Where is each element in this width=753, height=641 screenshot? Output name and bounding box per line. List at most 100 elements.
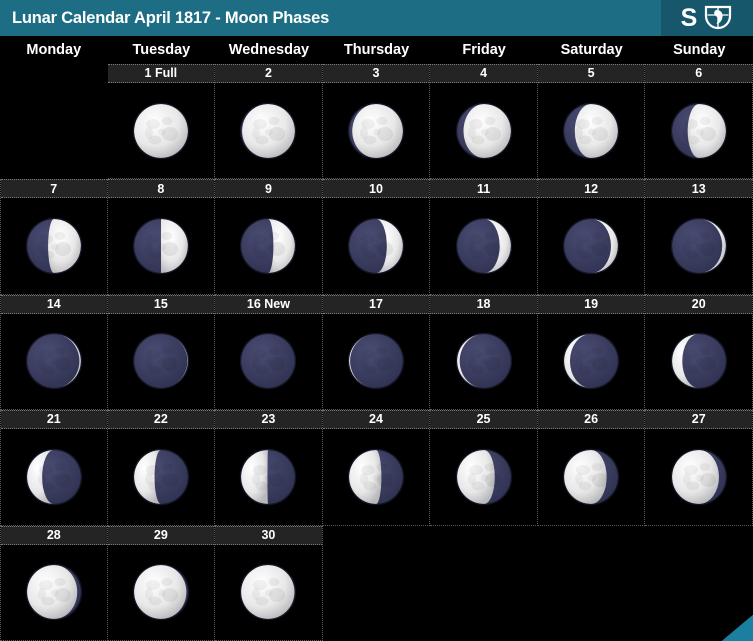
calendar-cell-empty xyxy=(0,64,108,180)
moon-phase-waning-crescent-icon xyxy=(215,198,322,293)
moon-phase-waning-crescent-icon xyxy=(538,198,645,293)
calendar-day-cell[interactable]: 19 xyxy=(537,294,646,411)
day-number-label: 11 xyxy=(430,179,537,199)
calendar-day-cell[interactable]: 1 Full xyxy=(107,64,216,180)
calendar-day-cell[interactable]: 20 xyxy=(645,294,753,411)
calendar-day-cell[interactable]: 6 xyxy=(645,64,753,180)
weekday-header-row: Monday Tuesday Wednesday Thursday Friday… xyxy=(0,36,753,64)
lunar-calendar-page: Lunar Calendar April 1817 - Moon Phases … xyxy=(0,0,753,641)
day-number-label: 27 xyxy=(645,410,752,430)
moon-phase-waning-crescent-icon xyxy=(323,198,430,293)
calendar-day-cell[interactable]: 10 xyxy=(322,179,431,295)
calendar-day-cell[interactable]: 18 xyxy=(430,294,538,411)
moon-phase-waning-crescent-icon xyxy=(645,198,752,293)
weekday-friday: Friday xyxy=(462,42,506,58)
calendar-day-cell[interactable]: 2 xyxy=(215,64,323,180)
calendar-grid: 1 Full 2 3 4 5 6 7 8 9 10 11 12 13 14 15… xyxy=(0,64,753,641)
calendar-day-cell[interactable]: 14 xyxy=(0,294,108,411)
day-number-label: 21 xyxy=(1,410,107,430)
calendar-day-cell[interactable]: 27 xyxy=(645,410,753,526)
moon-phase-waxing-gibbous-icon xyxy=(430,429,537,524)
calendar-day-cell[interactable]: 13 xyxy=(645,179,753,295)
calendar-day-cell[interactable]: 28 xyxy=(0,525,108,641)
day-number-label: 1 Full xyxy=(107,64,215,83)
calendar-day-cell[interactable]: 23 xyxy=(215,410,323,526)
day-number-label: 12 xyxy=(537,179,645,199)
day-number-label: 6 xyxy=(645,64,752,83)
calendar-day-cell[interactable]: 25 xyxy=(430,410,538,526)
calendar-cell-empty xyxy=(645,525,753,641)
calendar-day-cell[interactable]: 24 xyxy=(322,410,431,526)
calendar-day-cell[interactable]: 21 xyxy=(0,410,108,526)
calendar-day-cell[interactable]: 17 xyxy=(322,294,431,411)
moon-phase-waning-gibbous-icon xyxy=(1,198,107,293)
calendar-day-cell[interactable]: 8 xyxy=(107,179,216,295)
moon-phase-waxing-crescent-icon xyxy=(1,429,107,524)
calendar-day-cell[interactable]: 26 xyxy=(537,410,646,526)
site-logo[interactable]: S xyxy=(661,0,753,36)
calendar-day-cell[interactable]: 3 xyxy=(322,64,431,180)
calendar-cell-empty xyxy=(322,525,431,641)
calendar-day-cell[interactable]: 12 xyxy=(537,179,646,295)
weekday-saturday: Saturday xyxy=(560,42,623,58)
moon-phase-waning-gibbous-icon xyxy=(430,83,537,178)
day-number-label: 28 xyxy=(1,525,107,545)
day-number-label: 30 xyxy=(215,525,322,545)
day-number-label: 5 xyxy=(537,64,645,83)
moon-phase-waning-crescent-icon xyxy=(108,314,215,409)
day-number-label: 15 xyxy=(107,294,215,314)
calendar-day-cell[interactable]: 9 xyxy=(215,179,323,295)
calendar-day-cell[interactable]: 15 xyxy=(107,294,216,411)
day-number-label: 24 xyxy=(322,410,430,430)
calendar-day-cell[interactable]: 4 xyxy=(430,64,538,180)
weekday-monday: Monday xyxy=(26,42,82,58)
day-number-label: 23 xyxy=(215,410,322,430)
moon-phase-waning-gibbous-icon xyxy=(323,83,430,178)
day-number-label: 8 xyxy=(107,179,215,199)
moon-phase-waning-gibbous-icon xyxy=(108,83,215,178)
moon-phase-waxing-gibbous-icon xyxy=(1,545,107,640)
calendar-day-cell[interactable]: 16 New xyxy=(215,294,323,411)
moon-phase-waning-gibbous-icon xyxy=(645,83,752,178)
day-number-label: 20 xyxy=(645,294,752,314)
moon-phase-waning-crescent-icon xyxy=(1,314,107,409)
title-bar: Lunar Calendar April 1817 - Moon Phases … xyxy=(0,0,753,36)
calendar-day-cell[interactable]: 5 xyxy=(537,64,646,180)
moon-phase-waning-gibbous-icon xyxy=(538,83,645,178)
calendar-day-cell[interactable]: 30 xyxy=(215,525,323,641)
moon-phase-waxing-crescent-icon xyxy=(323,314,430,409)
day-number-label: 10 xyxy=(322,179,430,199)
day-number-label: 14 xyxy=(1,294,107,314)
moon-phase-waxing-gibbous-icon xyxy=(645,429,752,524)
globe-icon xyxy=(705,5,732,30)
day-number-label: 2 xyxy=(215,64,322,83)
calendar-day-cell[interactable]: 22 xyxy=(107,410,216,526)
weekday-tuesday: Tuesday xyxy=(132,42,191,58)
day-number-label: 3 xyxy=(322,64,430,83)
calendar-day-cell[interactable]: 29 xyxy=(107,525,216,641)
day-number-label: 7 xyxy=(1,179,107,199)
weekday-sunday: Sunday xyxy=(673,42,726,58)
calendar-day-cell[interactable]: 7 xyxy=(0,179,108,295)
calendar-day-cell[interactable]: 11 xyxy=(430,179,538,295)
moon-phase-waxing-crescent-icon xyxy=(108,429,215,524)
day-number-label: 25 xyxy=(430,410,537,430)
moon-phase-waxing-gibbous-icon xyxy=(538,429,645,524)
day-number-label: 26 xyxy=(537,410,645,430)
day-number-label: 9 xyxy=(215,179,322,199)
moon-phase-waxing-crescent-icon xyxy=(430,314,537,409)
weekday-thursday: Thursday xyxy=(343,42,410,58)
day-number-label: 22 xyxy=(107,410,215,430)
weekday-wednesday: Wednesday xyxy=(228,42,310,58)
moon-phase-waxing-crescent-icon xyxy=(645,314,752,409)
moon-phase-first-quarter-icon xyxy=(215,429,322,524)
day-number-label: 4 xyxy=(430,64,537,83)
moon-phase-waning-crescent-icon xyxy=(430,198,537,293)
day-number-label: 18 xyxy=(430,294,537,314)
moon-phase-waxing-gibbous-icon xyxy=(108,545,215,640)
day-number-label: 17 xyxy=(322,294,430,314)
moon-phase-last-quarter-icon xyxy=(108,198,215,293)
moon-phase-waxing-gibbous-icon xyxy=(323,429,430,524)
moon-phase-new-icon xyxy=(215,314,322,409)
moon-phase-waning-gibbous-icon xyxy=(215,83,322,178)
